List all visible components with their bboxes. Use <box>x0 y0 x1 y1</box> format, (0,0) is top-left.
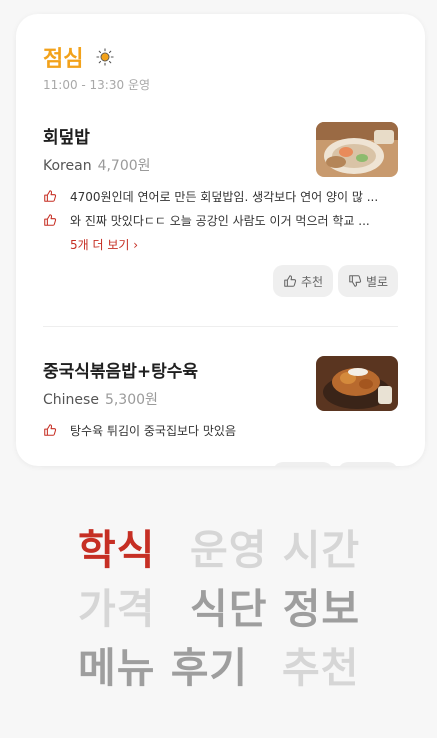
tag-operating-hours: 운영 시간 <box>190 526 361 574</box>
keyword-cloud: 학식 운영 시간 가격 식단 정보 메뉴 후기 추천 <box>0 0 437 738</box>
tag-cafeteria: 학식 <box>78 526 156 574</box>
tag-meal-info: 식단 정보 <box>190 585 361 633</box>
tag-menu-reviews: 메뉴 후기 <box>78 644 249 692</box>
tag-recommend: 추천 <box>282 644 360 692</box>
tag-price: 가격 <box>78 585 156 633</box>
